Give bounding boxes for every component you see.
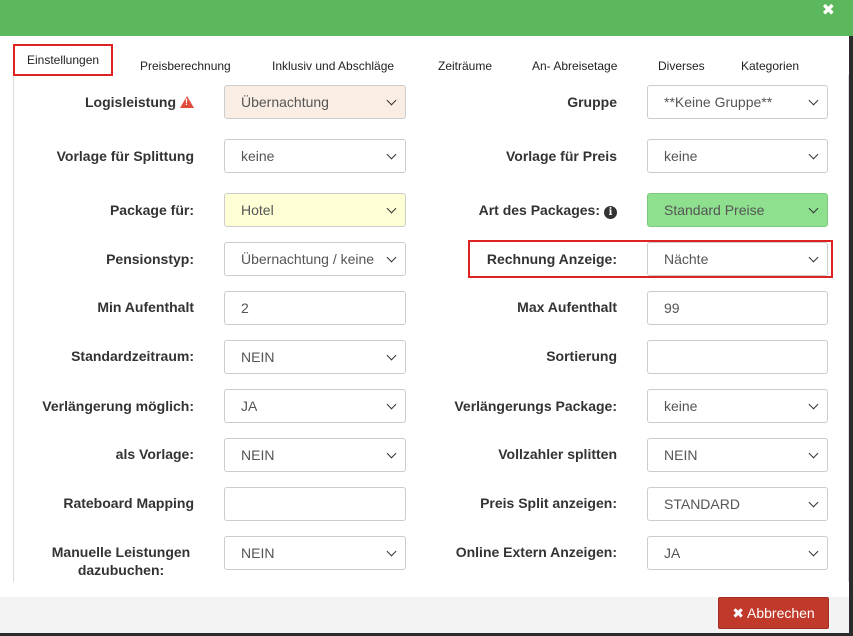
pensionstyp-select[interactable]: Übernachtung / keine	[224, 242, 406, 276]
tab-einstellungen[interactable]: Einstellungen	[13, 44, 114, 76]
tab-bar: Einstellungen Preisberechnung Inklusiv u…	[0, 36, 849, 81]
art-des-packages-label: Art des Packages: i	[479, 201, 617, 219]
manuelle-leistungen-select[interactable]: NEIN	[224, 536, 406, 570]
tab-diverses[interactable]: Diverses	[658, 58, 705, 74]
rechnung-anzeige-label: Rechnung Anzeige:	[486, 251, 617, 267]
vorlage-fuer-splittung-label: Vorlage für Splittung	[56, 148, 194, 164]
art-des-packages-select[interactable]: Standard Preise	[647, 193, 828, 227]
sortierung-label: Sortierung	[546, 348, 617, 364]
gruppe-label: Gruppe	[567, 94, 617, 110]
manuelle-leistungen-label: Manuelle Leistungen dazubuchen:	[51, 544, 191, 578]
vorlage-fuer-splittung-select[interactable]: keine	[224, 139, 406, 173]
logisleistung-select[interactable]: Übernachtung	[224, 85, 406, 119]
rateboard-mapping-input[interactable]	[224, 487, 406, 521]
verlaengerungs-package-label: Verlängerungs Package:	[454, 398, 617, 414]
online-extern-anzeigen-select[interactable]: JA	[647, 536, 828, 570]
vorlage-fuer-preis-select[interactable]: keine	[647, 139, 828, 173]
max-aufenthalt-label: Max Aufenthalt	[517, 299, 617, 315]
rechnung-anzeige-select[interactable]: Nächte	[647, 242, 828, 276]
pensionstyp-label: Pensionstyp:	[106, 251, 194, 267]
min-aufenthalt-input[interactable]: 2	[224, 291, 406, 325]
preis-split-anzeigen-label: Preis Split anzeigen:	[480, 495, 617, 511]
tab-inklusiv-und-abschlaege[interactable]: Inklusiv und Abschläge	[272, 58, 394, 74]
vollzahler-splitten-select[interactable]: NEIN	[647, 438, 828, 472]
tab-an-abreisetage[interactable]: An- Abreisetage	[532, 58, 617, 74]
vollzahler-splitten-label: Vollzahler splitten	[498, 446, 617, 462]
gruppe-select[interactable]: **Keine Gruppe**	[647, 85, 828, 119]
scrollbar-edge	[849, 36, 853, 636]
verlaengerung-moeglich-label: Verlängerung möglich:	[42, 398, 194, 414]
cancel-button[interactable]: ✖ Abbrechen	[718, 597, 829, 629]
standardzeitraum-select[interactable]: NEIN	[224, 340, 406, 374]
modal-header: ✖	[0, 0, 853, 36]
verlaengerungs-package-select[interactable]: keine	[647, 389, 828, 423]
als-vorlage-label: als Vorlage:	[115, 446, 194, 462]
package-fuer-select[interactable]: Hotel	[224, 193, 406, 227]
vorlage-fuer-preis-label: Vorlage für Preis	[505, 148, 617, 164]
verlaengerung-moeglich-select[interactable]: JA	[224, 389, 406, 423]
close-icon: ✖	[732, 605, 744, 621]
max-aufenthalt-input[interactable]: 99	[647, 291, 828, 325]
warning-icon	[180, 96, 194, 108]
package-fuer-label: Package für:	[109, 202, 194, 218]
als-vorlage-select[interactable]: NEIN	[224, 438, 406, 472]
tab-kategorien[interactable]: Kategorien	[741, 58, 799, 74]
standardzeitraum-label: Standardzeitraum:	[71, 348, 194, 364]
tab-zeitraeume[interactable]: Zeiträume	[438, 58, 492, 74]
rateboard-mapping-label: Rateboard Mapping	[63, 495, 194, 511]
logisleistung-label: Logisleistung	[85, 93, 194, 111]
online-extern-anzeigen-label: Online Extern Anzeigen:	[455, 544, 617, 560]
close-icon[interactable]: ✖	[822, 3, 835, 19]
tab-preisberechnung[interactable]: Preisberechnung	[140, 58, 231, 74]
cancel-button-label: Abbrechen	[747, 605, 815, 621]
sortierung-input[interactable]	[647, 340, 828, 374]
min-aufenthalt-label: Min Aufenthalt	[97, 299, 194, 315]
preis-split-anzeigen-select[interactable]: STANDARD	[647, 487, 828, 521]
info-icon[interactable]: i	[604, 206, 617, 219]
